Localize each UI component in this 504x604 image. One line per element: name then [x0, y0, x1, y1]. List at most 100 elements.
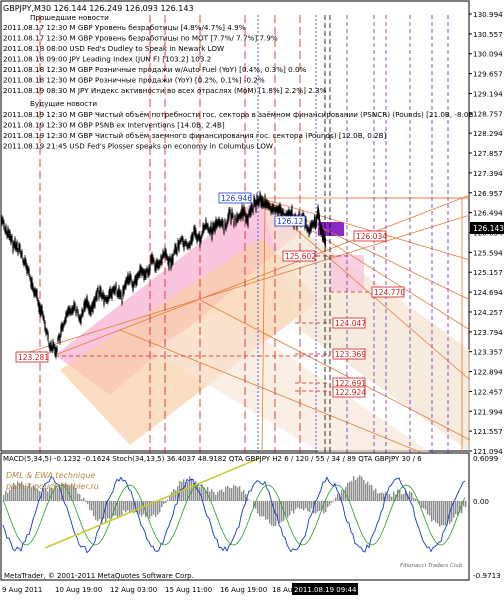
- past-news-item-1: 2011.08.17 12:30 M GBP Уровень безработи…: [3, 23, 246, 32]
- future-news-item-3: 2011.08.19 12:30 M GBP Чистый объём заем…: [3, 131, 387, 140]
- past-news-item-5: 2011.08.18 12:30 M GBP Розничные продажи…: [3, 65, 307, 74]
- price-tick-label: 128.757: [473, 109, 503, 118]
- macd-bar: [375, 489, 376, 501]
- candle-body: [233, 221, 234, 226]
- macd-bar: [415, 499, 416, 501]
- candle-body: [28, 268, 29, 275]
- macd-bar: [429, 501, 430, 516]
- macd-bar: [7, 493, 8, 501]
- candle-body: [247, 216, 248, 227]
- candle-body: [77, 311, 78, 315]
- chart-window: GBPJPY,M30 126.144 126.249 126.093 126.1…: [0, 0, 504, 600]
- macd-bar: [85, 501, 86, 502]
- price-tick-label: 130.994: [473, 10, 503, 19]
- price-tick-label: 121.557: [473, 427, 503, 436]
- macd-bar: [433, 501, 434, 520]
- label-level-1: 126.034: [356, 232, 387, 241]
- ind-axis-bottom: -0.9713: [473, 571, 501, 580]
- macd-bar: [95, 501, 96, 520]
- macd-bar: [77, 494, 78, 501]
- macd-bar: [291, 501, 292, 511]
- macd-bar: [235, 486, 236, 501]
- macd-bar: [221, 489, 222, 501]
- macd-bar: [393, 492, 394, 501]
- macd-bar: [175, 490, 176, 501]
- candle-body: [74, 304, 75, 309]
- chart-canvas[interactable]: GBPJPY,M30 126.144 126.249 126.093 126.1…: [0, 0, 504, 600]
- macd-bar: [289, 501, 290, 515]
- past-news-item-4: 2011.08.18 09:00 JPY Leading Index (JUN …: [3, 55, 211, 64]
- price-tick-label: 130.557: [473, 30, 503, 39]
- candle-body: [16, 242, 17, 250]
- macd-bar: [127, 501, 128, 510]
- macd-bar: [403, 494, 404, 501]
- candle-body: [176, 249, 177, 254]
- macd-bar: [225, 487, 226, 501]
- candle-body: [47, 332, 48, 340]
- fib-watermark: Fibonacci Traders Club: [400, 563, 463, 569]
- macd-bar: [247, 498, 248, 501]
- macd-bar: [297, 501, 298, 507]
- macd-bar: [349, 482, 350, 501]
- macd-bar: [259, 501, 260, 517]
- label-low: 123.281: [18, 353, 49, 362]
- macd-bar: [329, 501, 330, 505]
- macd-bar: [309, 501, 310, 512]
- macd-bar: [227, 486, 228, 501]
- time-highlight: 2011.08.19 09:44: [294, 586, 357, 594]
- price-tick-label: 124.257: [473, 308, 503, 317]
- price-tick-label: 126.957: [473, 189, 503, 198]
- symbol-header: GBPJPY,M30 126.144 126.249 126.093 126.1…: [3, 4, 194, 13]
- macd-bar: [425, 501, 426, 510]
- macd-bar: [303, 501, 304, 511]
- candle-body: [21, 251, 22, 257]
- candle-body: [75, 311, 76, 315]
- candle-body: [5, 225, 6, 233]
- macd-bar: [203, 487, 204, 501]
- macd-bar: [87, 501, 88, 504]
- candle-body: [192, 234, 193, 240]
- macd-bar: [269, 501, 270, 524]
- macd-bar: [391, 497, 392, 501]
- macd-bar: [123, 501, 124, 510]
- candle-body: [43, 317, 44, 322]
- macd-bar: [99, 501, 100, 519]
- price-tick-label: 125.594: [473, 248, 503, 257]
- macd-bar: [125, 501, 126, 512]
- candle-body: [223, 230, 224, 233]
- macd-bar: [327, 501, 328, 507]
- macd-bar: [257, 501, 258, 514]
- price-tick-label: 121.994: [473, 407, 503, 416]
- macd-bar: [273, 501, 274, 526]
- macd-bar: [377, 494, 378, 501]
- macd-bar: [171, 492, 172, 501]
- macd-bar: [89, 501, 90, 510]
- macd-bar: [97, 501, 98, 521]
- indicator-title: MACD(5,34,5) -0.1232 -0.1624 Stoch(34,13…: [3, 455, 422, 463]
- candle-body: [200, 237, 201, 242]
- macd-bar: [165, 501, 166, 503]
- price-tick-label: 129.657: [473, 70, 503, 79]
- candle-body: [19, 245, 20, 252]
- candle-body: [115, 283, 116, 289]
- macd-bar: [47, 491, 48, 501]
- price-tick-label: 123.794: [473, 328, 503, 337]
- macd-bar: [325, 501, 326, 512]
- macd-bar: [267, 501, 268, 519]
- label-level-5: 123.369: [335, 350, 366, 359]
- candle-body: [97, 287, 98, 290]
- macd-bar: [155, 501, 156, 517]
- candle-body: [56, 347, 57, 352]
- candle-body: [120, 292, 121, 298]
- macd-bar: [287, 501, 288, 518]
- time-tick-label: 16 Aug 19:00: [220, 586, 267, 594]
- macd-bar: [457, 501, 458, 515]
- macd-bar: [437, 501, 438, 524]
- watermark-email: putnik-pou@rambler.ru: [5, 482, 99, 491]
- candle-body: [130, 276, 131, 280]
- macd-bar: [361, 477, 362, 501]
- ind-axis-top: 0.6099: [473, 454, 499, 463]
- macd-bar: [157, 501, 158, 514]
- macd-bar: [387, 494, 388, 501]
- candle-body: [103, 295, 104, 306]
